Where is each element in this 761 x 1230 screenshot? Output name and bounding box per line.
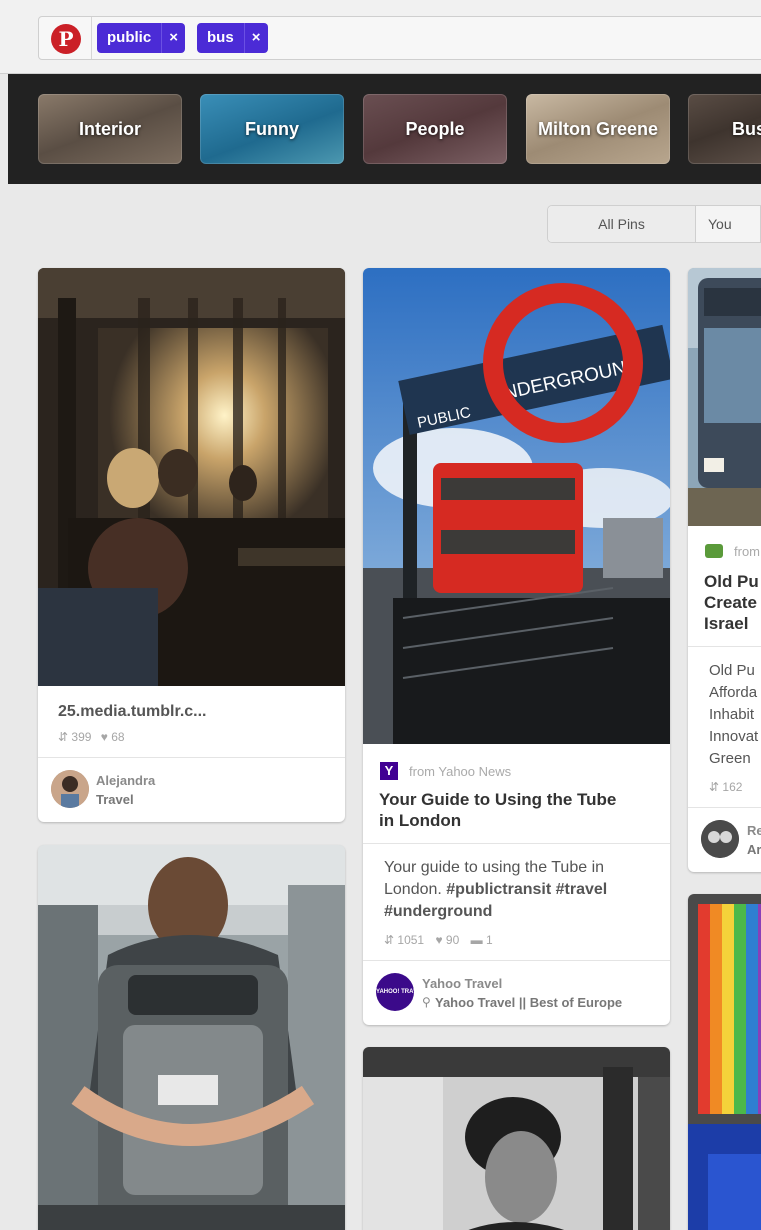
pin-image[interactable] [363,1047,670,1230]
comment-count: 1 [485,933,493,947]
remove-token-icon[interactable]: × [243,23,268,53]
guided-search-strip: Interior Funny People Milton Greene Bus [8,74,761,184]
pin-title-line1[interactable]: Old Pu [704,571,759,592]
category-label: Milton Greene [537,118,658,139]
your-pins-tab[interactable]: You [696,206,760,242]
pin-title[interactable]: 25.media.tumblr.c... [58,703,207,721]
search-token-bus: bus × [197,23,268,53]
category-people[interactable]: People [363,94,507,164]
pin-image[interactable]: PUBLIC UNDERGROUND [363,268,670,744]
category-funny[interactable]: Funny [200,94,344,164]
pin-description-line3: Inhabit [709,706,755,723]
pin-description-line5: Green [709,750,751,767]
pin-title-line2[interactable]: Create [704,592,757,613]
token-label: public [107,29,152,46]
pin-title-line1[interactable]: Your Guide to Using the Tube [379,789,616,810]
repin-count: 1051 [397,933,425,947]
pin-image[interactable] [38,268,345,686]
like-count: 68 [111,730,125,744]
search-bar: P public × bus × [0,0,761,74]
pin-image[interactable] [688,894,761,1230]
description-text: London. [384,881,447,898]
board-name[interactable]: Yahoo Travel || Best of Europe [435,995,622,1010]
repin-icon: ⇵ [709,780,720,794]
board-name[interactable]: Ar [747,842,761,857]
pinner-name[interactable]: Alejandra [96,773,155,788]
pin-stats: ⇵ 1051 ♥ 90 ▬ 1 [384,933,493,947]
divider [363,960,670,961]
search-input[interactable]: P public × bus × [38,16,761,60]
avatar[interactable] [51,770,89,808]
pinner-name[interactable]: Re [747,823,761,838]
like-count: 90 [445,933,460,947]
hashtag-link[interactable]: #underground [384,903,492,920]
board-name[interactable]: Travel [96,792,134,807]
category-label: Funny [245,118,299,139]
pin-description-line2: London. #publictransit #travel [384,879,607,901]
heart-icon: ♥ [435,933,443,947]
remove-token-icon[interactable]: × [161,23,185,53]
yahoo-source-icon: Y [380,762,398,780]
pin-source[interactable]: from Yahoo News [409,764,511,779]
avatar[interactable] [701,820,739,858]
pin-filter-toggle: All Pins You [547,205,761,243]
pin-card[interactable]: from Old Pu Create Israel Old Pu Afforda… [688,268,761,872]
heart-icon: ♥ [100,730,108,744]
pin-card[interactable]: PUBLIC UNDERGROUND Y from Yahoo News You… [363,268,670,1025]
pinner-name[interactable]: Yahoo Travel [422,976,502,991]
category-bus[interactable]: Bus [688,94,761,164]
repin-icon: ⇵ [384,933,395,947]
comment-icon: ▬ [470,933,483,947]
pin-title-line2[interactable]: in London [379,810,461,831]
divider [688,646,761,647]
avatar[interactable]: YAHOO! TRAVEL [376,973,414,1011]
search-token-public: public × [97,23,186,53]
repin-count: 399 [71,730,92,744]
pinterest-logo-icon[interactable]: P [51,24,81,54]
divider [688,807,761,808]
source-icon [705,544,723,558]
pin-image[interactable] [38,845,345,1230]
pin-card[interactable]: 25.media.tumblr.c... ⇵ 399 ♥ 68 Alejandr… [38,268,345,822]
hashtag-links[interactable]: #publictransit #travel [446,881,607,898]
repin-count: 162 [722,780,743,794]
pin-description-line1: Old Pu [709,662,755,679]
category-milton-greene[interactable]: Milton Greene [526,94,670,164]
category-label: Bus [732,118,761,139]
category-label: Interior [78,118,141,139]
pin-image[interactable] [688,268,761,526]
all-pins-tab[interactable]: All Pins [548,206,696,242]
divider [91,17,92,59]
repin-icon: ⇵ [58,730,69,744]
pin-stats: ⇵ 162 [709,780,742,794]
pin-card[interactable] [363,1047,670,1230]
pin-description-line2: Afforda [709,684,758,701]
pin-card[interactable] [38,845,345,1230]
token-label: bus [207,29,234,46]
pin-description-line1: Your guide to using the Tube in [384,859,605,876]
divider [363,843,670,844]
divider [38,757,345,758]
category-label: People [405,118,465,139]
location-pin-icon: ⚲ [422,995,431,1009]
pin-title-line3[interactable]: Israel [704,613,748,634]
category-interior[interactable]: Interior [38,94,182,164]
pin-source[interactable]: from [734,544,760,559]
pin-stats: ⇵ 399 ♥ 68 [58,730,125,744]
pin-description-line4: Innovat [709,728,759,745]
pin-card[interactable] [688,894,761,1230]
pin-description-line3: #underground [384,901,492,923]
